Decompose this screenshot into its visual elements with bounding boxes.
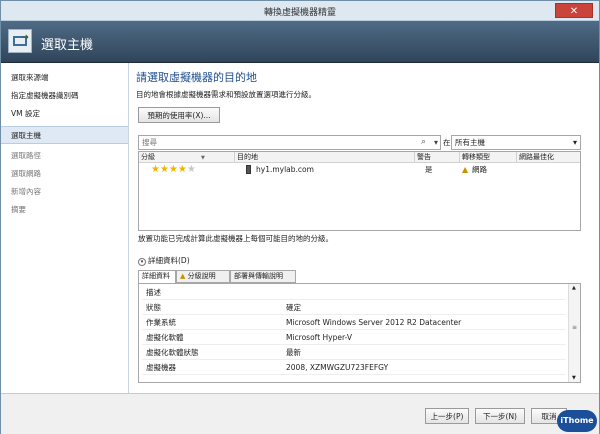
detail-key: 虛擬機器	[146, 363, 176, 372]
star-empty-icon: ★	[186, 164, 196, 175]
wizard-footer: 上一步(P) 下一步(N) 取消 iThome	[1, 393, 599, 434]
table-row[interactable]: ★★★★★ hy1.mylab.com 是 ▲ 網路	[139, 163, 580, 176]
detail-key: 虛擬化軟體	[146, 333, 184, 342]
detail-key: 虛擬化軟體狀態	[146, 348, 199, 357]
next-button[interactable]: 下一步(N)	[475, 408, 525, 424]
detail-key: 作業系統	[146, 318, 176, 327]
wizard-steps-sidebar: 選取來源端 指定虛擬機器識別碼 VM 設定 選取主機 選取路徑 選取網路 新增內…	[1, 63, 129, 393]
step-select-path[interactable]: 選取路徑	[1, 147, 128, 165]
chevron-down-icon[interactable]: ▾	[434, 138, 438, 147]
page-description: 目的地會根據虛擬機器需求和預設放置選項進行分級。	[136, 90, 316, 99]
detail-row-vm: 虛擬機器 2008, XZMWGZU723FEFGY	[142, 361, 566, 375]
tab-deploy-transfer[interactable]: 部署與傳輸說明	[230, 270, 296, 283]
step-add-properties[interactable]: 新增內容	[1, 183, 128, 201]
detail-row-status: 狀態 確定	[142, 301, 566, 315]
scroll-down-icon[interactable]: ▼	[572, 375, 576, 381]
step-select-source[interactable]: 選取來源端	[1, 69, 128, 87]
step-vm-identity[interactable]: 指定虛擬機器識別碼	[1, 87, 128, 105]
details-toggle-label: 詳細資料(D)	[148, 256, 190, 265]
detail-row-os: 作業系統 Microsoft Windows Server 2012 R2 Da…	[142, 316, 566, 330]
search-input[interactable]	[139, 136, 409, 149]
search-scope-select[interactable]: 所有主機 ▾	[451, 135, 581, 150]
warning-icon: ▲	[462, 165, 469, 174]
expected-usage-button[interactable]: 預期的使用率(X)...	[138, 107, 220, 123]
star-icon: ★★★★	[151, 164, 187, 175]
transfer-type-value: 網路	[472, 165, 487, 174]
search-icon[interactable]: ⌕	[421, 137, 426, 147]
search-box: ⌕ ▾	[138, 135, 441, 150]
detail-value: Microsoft Hyper-V	[286, 333, 352, 342]
step-select-host[interactable]: 選取主機	[1, 126, 128, 144]
rating-stars: ★★★★★	[151, 163, 196, 176]
step-summary[interactable]: 摘要	[1, 201, 128, 219]
detail-value: Microsoft Windows Server 2012 R2 Datacen…	[286, 318, 462, 327]
wizard-window: 轉換虛擬機器精靈 ✕ ➜ 選取主機 選取來源端 指定虛擬機器識別碼 VM 設定 …	[0, 0, 600, 434]
warning-icon: ▲	[180, 272, 188, 280]
header-title: 選取主機	[41, 38, 94, 53]
chevron-down-icon: ▾	[572, 138, 577, 147]
close-button[interactable]: ✕	[555, 3, 593, 18]
search-scope-value: 所有主機	[455, 138, 485, 147]
detail-row-description: 描述	[142, 286, 566, 300]
scroll-grip-icon[interactable]: ≡	[572, 324, 577, 331]
step-vm-settings[interactable]: VM 設定	[1, 105, 128, 123]
detail-value: 最新	[286, 348, 301, 357]
details-scrollbar[interactable]: ▲ ≡ ▼	[568, 284, 580, 382]
column-header-destination[interactable]: 目的地	[235, 152, 415, 163]
ithome-logo: iThome	[557, 410, 597, 432]
detail-row-virtualization: 虛擬化軟體 Microsoft Hyper-V	[142, 331, 566, 345]
wizard-header: ➜ 選取主機	[1, 21, 599, 63]
server-icon	[246, 165, 251, 174]
column-header-warning[interactable]: 警告	[415, 152, 460, 163]
details-toggle[interactable]: ▾ 詳細資料(D)	[138, 255, 190, 266]
detail-value: 確定	[286, 303, 301, 312]
chevron-down-icon: ▾	[138, 258, 146, 266]
step-select-network[interactable]: 選取網路	[1, 165, 128, 183]
tab-rating-explanation[interactable]: ▲ 分級說明	[176, 270, 230, 283]
title-bar: 轉換虛擬機器精靈 ✕	[1, 1, 599, 21]
main-panel: 請選取虛擬機器的目的地 目的地會根據虛擬機器需求和預設放置選項進行分級。 預期的…	[130, 63, 599, 393]
column-header-rating[interactable]: 分級	[139, 152, 235, 163]
detail-key: 狀態	[146, 303, 161, 312]
table-header: 分級 ▼ 目的地 警告 轉移類型 網路最佳化	[139, 152, 580, 163]
tab-details[interactable]: 詳細資料	[138, 270, 176, 284]
detail-key: 描述	[146, 288, 161, 297]
back-button[interactable]: 上一步(P)	[425, 408, 469, 424]
page-title: 請選取虛擬機器的目的地	[136, 71, 257, 84]
tab-rating-explanation-label: 分級說明	[187, 272, 216, 280]
destination-table: 分級 ▼ 目的地 警告 轉移類型 網路最佳化 ★★★★★ hy1.mylab.c…	[138, 151, 581, 231]
details-panel: 描述 狀態 確定 作業系統 Microsoft Windows Server 2…	[138, 283, 581, 383]
window-title: 轉換虛擬機器精靈	[263, 8, 336, 18]
sort-arrow-icon: ▼	[201, 155, 205, 161]
warning-value: 是	[425, 165, 433, 174]
convert-vm-icon: ➜	[8, 29, 32, 53]
destination-host: hy1.mylab.com	[256, 165, 314, 174]
column-header-transfer-type[interactable]: 轉移類型	[460, 152, 517, 163]
column-header-network-opt[interactable]: 網路最佳化	[517, 152, 580, 163]
detail-value: 2008, XZMWGZU723FEFGY	[286, 363, 389, 372]
detail-row-virtualization-status: 虛擬化軟體狀態 最新	[142, 346, 566, 360]
rating-status-text: 放置功能已完成計算此虛擬機器上每個可能目的地的分級。	[138, 234, 333, 243]
scroll-up-icon[interactable]: ▲	[572, 285, 576, 291]
